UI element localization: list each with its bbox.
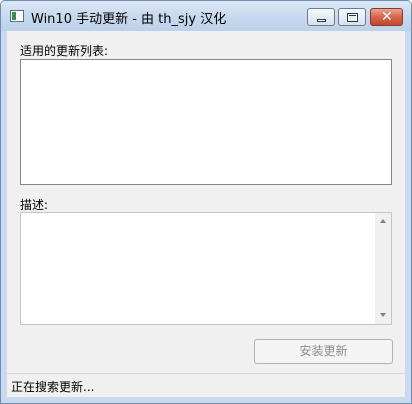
install-updates-button[interactable]: 安装更新 bbox=[254, 339, 393, 364]
status-text: 正在搜索更新... bbox=[11, 380, 95, 394]
window-title: Win10 手动更新 - 由 th_sjy 汉化 bbox=[31, 12, 227, 27]
minimize-icon bbox=[317, 19, 326, 22]
description-scrollbar[interactable] bbox=[375, 213, 391, 324]
description-label: 描述: bbox=[20, 198, 49, 212]
main-panel: 适用的更新列表: 描述: 安装更新 bbox=[7, 31, 405, 373]
maximize-icon bbox=[347, 13, 358, 22]
close-icon: ✕ bbox=[381, 9, 393, 25]
status-bar: 正在搜索更新... bbox=[7, 373, 405, 397]
scroll-down-arrow-icon[interactable] bbox=[380, 313, 386, 317]
close-button[interactable]: ✕ bbox=[370, 8, 403, 26]
updates-list[interactable] bbox=[20, 59, 392, 185]
description-textarea[interactable] bbox=[20, 212, 392, 325]
maximize-button[interactable] bbox=[338, 8, 366, 26]
app-window-icon bbox=[10, 10, 24, 22]
app-window: Win10 手动更新 - 由 th_sjy 汉化 ✕ 适用的更新列表: 描述: … bbox=[0, 0, 412, 404]
scroll-up-arrow-icon[interactable] bbox=[380, 219, 386, 223]
minimize-button[interactable] bbox=[307, 8, 335, 26]
updates-list-label: 适用的更新列表: bbox=[20, 44, 109, 58]
title-bar[interactable]: Win10 手动更新 - 由 th_sjy 汉化 ✕ bbox=[1, 1, 411, 31]
